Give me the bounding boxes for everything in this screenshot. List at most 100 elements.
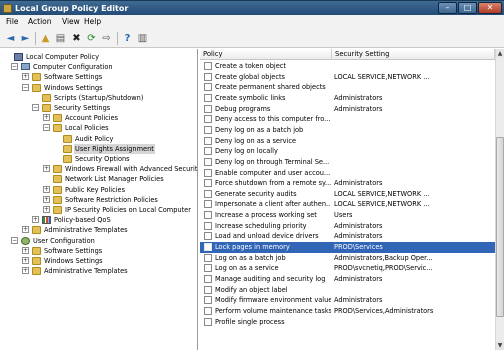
policy-row[interactable]: Profile single process xyxy=(200,317,495,328)
policy-icon xyxy=(204,115,212,124)
policy-row[interactable]: Load and unload device drivers Administra… xyxy=(200,231,495,242)
tree-item[interactable]: + Public Key Policies xyxy=(1,185,197,195)
policy-name: Create a token object xyxy=(215,62,286,70)
policy-row[interactable]: Deny log on as a batch job xyxy=(200,125,495,136)
expand-icon[interactable]: + xyxy=(43,206,50,213)
expand-icon[interactable]: + xyxy=(43,165,50,173)
policy-row[interactable]: Create symbolic links Administrators xyxy=(200,93,495,104)
menu-file[interactable]: File xyxy=(6,17,19,27)
expand-icon[interactable]: + xyxy=(22,257,29,264)
column-header-policy[interactable]: Policy xyxy=(200,49,332,60)
tree-item[interactable]: Network List Manager Policies xyxy=(1,174,197,184)
scroll-up-arrow-icon[interactable]: ▲ xyxy=(496,49,504,58)
expand-icon[interactable]: + xyxy=(22,73,29,81)
expand-icon[interactable]: + xyxy=(32,216,39,224)
policy-row[interactable]: Deny log on locally xyxy=(200,146,495,157)
tree-item[interactable]: + Policy-based QoS xyxy=(1,215,197,225)
tree-item[interactable]: Audit Policy xyxy=(1,134,197,144)
minimize-button[interactable]: – xyxy=(438,2,457,14)
tree-item[interactable]: + Windows Settings xyxy=(1,256,197,266)
policy-row[interactable]: Deny log on through Terminal Se... xyxy=(200,157,495,168)
chart-icon xyxy=(42,216,51,225)
tree-item[interactable]: + Administrative Templates xyxy=(1,225,197,235)
policy-row[interactable]: Impersonate a client after authen... LOCA… xyxy=(200,199,495,210)
tree-item[interactable]: Local Computer Policy xyxy=(1,52,197,62)
policy-icon xyxy=(204,296,212,305)
properties-icon[interactable]: ▤ xyxy=(54,32,67,45)
policy-row[interactable]: Modify firmware environment values Admini… xyxy=(200,295,495,306)
tree-item-label: User Rights Assignment xyxy=(74,143,155,154)
collapse-icon[interactable]: − xyxy=(32,104,39,111)
policy-row[interactable]: Deny log on as a service xyxy=(200,136,495,147)
tree-item[interactable]: + Software Settings xyxy=(1,72,197,82)
forward-arrow-icon[interactable]: ► xyxy=(19,32,32,45)
expand-icon[interactable]: + xyxy=(22,246,29,254)
policy-row[interactable]: Log on as a batch job Administrators,Back… xyxy=(200,253,495,264)
policy-row[interactable]: Perform volume maintenance tasks PROD\Ser… xyxy=(200,306,495,317)
menu-view[interactable]: View xyxy=(62,17,80,27)
tree-item[interactable]: − Computer Configuration xyxy=(1,62,197,72)
policy-row[interactable]: Debug programs Administrators xyxy=(200,104,495,115)
tree-item[interactable]: + IP Security Policies on Local Computer xyxy=(1,205,197,215)
delete-icon[interactable]: ✖ xyxy=(70,32,83,45)
refresh-icon[interactable]: ⟳ xyxy=(85,32,98,45)
policy-name: Load and unload device drivers xyxy=(215,232,319,241)
help-icon[interactable]: ? xyxy=(121,32,134,45)
expand-icon[interactable]: + xyxy=(22,267,29,275)
policy-row[interactable]: Increase a process working set Users xyxy=(200,210,495,221)
export-list-icon[interactable]: ⇨ xyxy=(100,32,113,45)
scroll-thumb[interactable] xyxy=(496,137,504,317)
expand-icon[interactable]: + xyxy=(43,195,50,203)
expand-icon[interactable]: + xyxy=(43,114,50,122)
tree-item[interactable]: − User Configuration xyxy=(1,236,197,246)
tree-item[interactable]: − Local Policies xyxy=(1,123,197,133)
policy-row[interactable]: Deny access to this computer fro... xyxy=(200,114,495,125)
policy-row[interactable]: Log on as a service PROD\svcnetiq,PROD\Se… xyxy=(200,263,495,274)
close-button[interactable]: ✕ xyxy=(478,2,502,14)
security-setting: Administrators,Backup Oper... xyxy=(334,253,433,262)
policy-row[interactable]: Lock pages in memory PROD\Services xyxy=(200,242,495,253)
tree-item[interactable]: Scripts (Startup/Shutdown) xyxy=(1,93,197,103)
back-arrow-icon[interactable]: ◄ xyxy=(4,32,17,45)
vertical-scrollbar[interactable]: ▲ ▼ xyxy=(495,49,504,350)
security-setting: Users xyxy=(334,211,353,220)
folder-icon xyxy=(63,155,72,163)
tree-item[interactable]: + Administrative Templates xyxy=(1,266,197,276)
tree-item[interactable]: User Rights Assignment xyxy=(1,143,197,154)
policy-row[interactable]: Generate security audits LOCAL SERVICE,NE… xyxy=(200,189,495,200)
folder-icon xyxy=(53,165,62,174)
show-hide-pane-icon[interactable]: ▥ xyxy=(136,32,149,45)
column-header-security-setting[interactable]: Security Setting xyxy=(332,49,495,60)
up-folder-icon[interactable]: ▲ xyxy=(39,32,52,45)
policy-row[interactable]: Create permanent shared objects xyxy=(200,82,495,93)
collapse-icon[interactable]: − xyxy=(43,124,50,132)
policy-row[interactable]: Manage auditing and security log Administ… xyxy=(200,274,495,285)
policy-row[interactable]: Enable computer and user accou... xyxy=(200,168,495,179)
tree-item[interactable]: + Software Restriction Policies xyxy=(1,195,197,205)
tree-item[interactable]: Security Options xyxy=(1,154,197,164)
policy-row[interactable]: Force shutdown from a remote sy... Admini… xyxy=(200,178,495,189)
tree-item[interactable]: − Windows Settings xyxy=(1,83,197,93)
policy-row[interactable]: Increase scheduling priority Administrato… xyxy=(200,221,495,232)
tree-item[interactable]: − Security Settings xyxy=(1,103,197,113)
collapse-icon[interactable]: − xyxy=(22,83,29,91)
expand-icon[interactable]: + xyxy=(22,226,29,234)
collapse-icon[interactable]: − xyxy=(11,63,18,71)
menu-help[interactable]: Help xyxy=(84,17,101,27)
tree-item[interactable]: + Account Policies xyxy=(1,113,197,123)
policy-row[interactable]: Create a token object xyxy=(200,61,495,72)
expand-icon[interactable]: + xyxy=(43,185,50,193)
tree-item[interactable]: + Software Settings xyxy=(1,246,197,256)
collapse-icon[interactable]: − xyxy=(11,236,18,244)
tree-item[interactable]: + Windows Firewall with Advanced Security xyxy=(1,164,197,174)
policy-icon xyxy=(204,306,212,315)
security-setting: Administrators xyxy=(334,296,383,305)
app-icon xyxy=(3,4,12,13)
tree-item-label: Scripts (Startup/Shutdown) xyxy=(54,93,144,102)
maximize-button[interactable]: □ xyxy=(458,2,477,14)
scroll-down-arrow-icon[interactable]: ▼ xyxy=(496,341,504,350)
tree-item-label: User Configuration xyxy=(33,236,95,245)
menu-action[interactable]: Action xyxy=(28,17,52,27)
policy-row[interactable]: Modify an object label xyxy=(200,285,495,296)
policy-row[interactable]: Create global objects LOCAL SERVICE,NETWO… xyxy=(200,72,495,83)
